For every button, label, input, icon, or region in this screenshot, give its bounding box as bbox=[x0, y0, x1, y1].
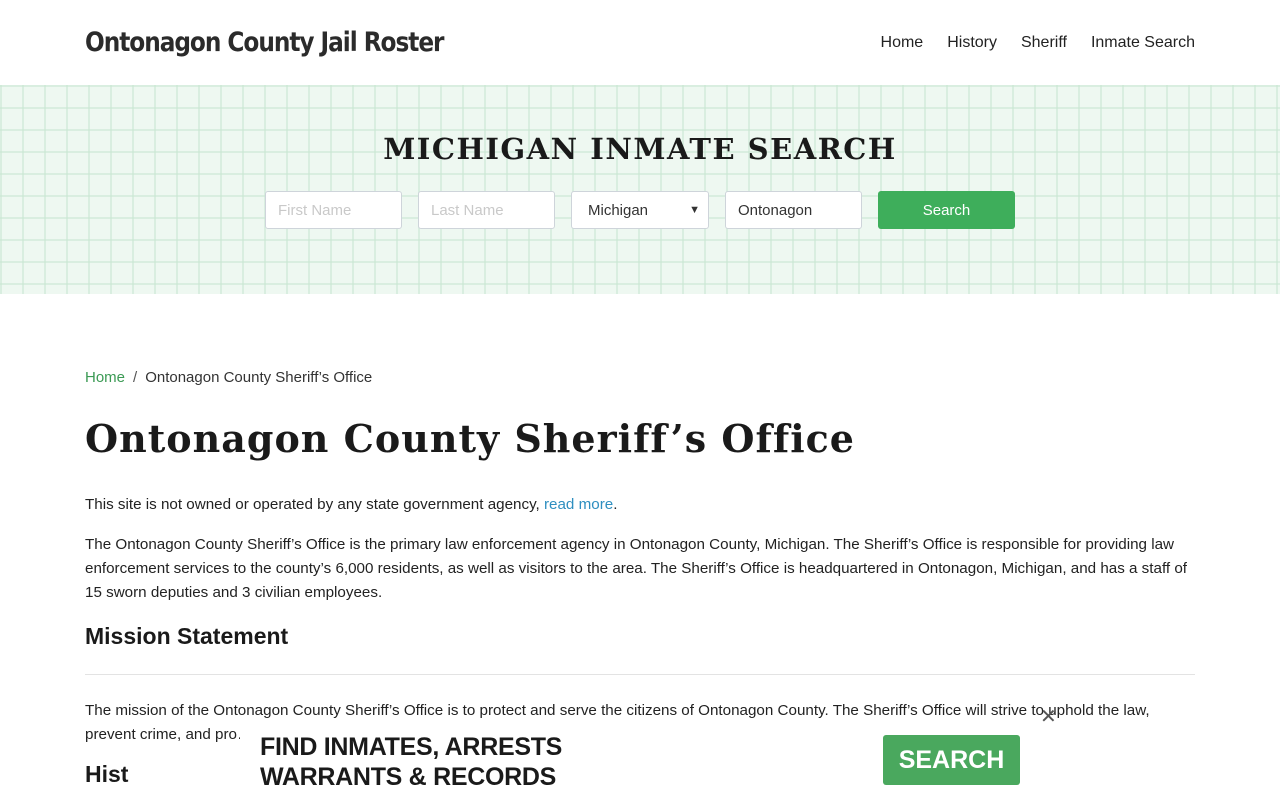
last-name-input[interactable] bbox=[418, 191, 555, 229]
read-more-link[interactable]: read more bbox=[544, 496, 613, 513]
nav-home[interactable]: Home bbox=[881, 34, 924, 52]
ad-line-1: FIND INMATES, ARRESTS bbox=[260, 733, 563, 761]
county-input[interactable] bbox=[725, 191, 862, 229]
state-select[interactable]: Michigan ▼ bbox=[571, 191, 709, 229]
main-nav: Home History Sheriff Inmate Search bbox=[857, 34, 1195, 52]
main-content: Home / Ontonagon County Sheriff’s Office O… bbox=[0, 369, 1280, 788]
close-icon[interactable]: ✕ bbox=[1040, 707, 1057, 727]
disclaimer-end: . bbox=[613, 496, 618, 513]
sticky-ad-banner: FIND INMATES, ARRESTS WARRANTS & RECORDS… bbox=[240, 727, 1040, 800]
ad-search-button[interactable]: SEARCH bbox=[883, 735, 1020, 785]
site-header: Ontonagon County Jail Roster Home Histor… bbox=[0, 0, 1280, 85]
mission-heading: Mission Statement bbox=[85, 623, 289, 649]
search-form: Michigan ▼ Search bbox=[0, 191, 1280, 229]
divider bbox=[85, 674, 1195, 675]
chevron-down-icon: ▼ bbox=[689, 204, 700, 216]
search-button[interactable]: Search bbox=[878, 191, 1015, 229]
nav-sheriff[interactable]: Sheriff bbox=[1021, 34, 1067, 52]
breadcrumb-current: Ontonagon County Sheriff’s Office bbox=[145, 369, 373, 386]
nav-history[interactable]: History bbox=[947, 34, 997, 52]
breadcrumb: Home / Ontonagon County Sheriff’s Office bbox=[85, 369, 1195, 386]
disclaimer: This site is not owned or operated by an… bbox=[85, 493, 1195, 517]
ad-line-2: WARRANTS & RECORDS bbox=[260, 763, 556, 791]
hero-title: MICHIGAN INMATE SEARCH bbox=[383, 132, 897, 166]
intro-paragraph: The Ontonagon County Sheriff’s Office is… bbox=[85, 536, 1187, 601]
first-name-input[interactable] bbox=[265, 191, 402, 229]
breadcrumb-home[interactable]: Home bbox=[85, 369, 125, 386]
site-brand[interactable]: Ontonagon County Jail Roster bbox=[85, 27, 444, 58]
disclaimer-text: This site is not owned or operated by an… bbox=[85, 496, 544, 513]
nav-inmate-search[interactable]: Inmate Search bbox=[1091, 34, 1195, 52]
ad-headline: FIND INMATES, ARRESTS WARRANTS & RECORDS bbox=[260, 732, 562, 792]
page-title: Ontonagon County Sheriff’s Office bbox=[85, 416, 855, 461]
state-select-value: Michigan bbox=[588, 201, 649, 219]
inmate-search-hero: MICHIGAN INMATE SEARCH Michigan ▼ Search bbox=[0, 85, 1280, 294]
breadcrumb-separator: / bbox=[133, 369, 138, 386]
